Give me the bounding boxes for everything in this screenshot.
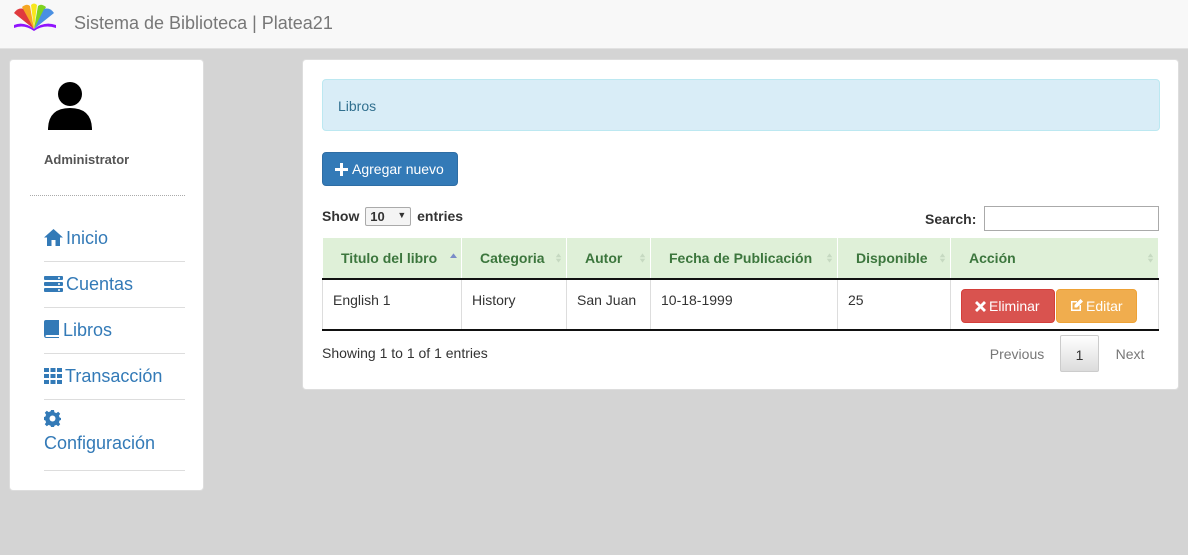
cell-autor: San Juan <box>566 278 651 331</box>
gear-icon <box>44 410 61 427</box>
column-header-label: Acción <box>969 249 1016 266</box>
entries-value: 10 <box>370 208 385 224</box>
sidebar-item-inicio[interactable]: Inicio <box>44 216 185 262</box>
table-row: English 1 History San Juan 10-18-1999 25… <box>322 278 1159 331</box>
sidebar-item-transaccion[interactable]: Transacción <box>44 354 185 400</box>
delete-label: Eliminar <box>989 297 1040 314</box>
user-avatar-icon <box>48 82 92 130</box>
sort-both-icon <box>555 253 562 263</box>
sort-both-icon <box>639 253 646 263</box>
column-header[interactable]: Autor <box>566 237 651 280</box>
table-header-row: Titulo del libro Categoria Autor Fecha d… <box>322 237 1159 280</box>
sidebar-item-label: Inicio <box>66 228 109 248</box>
grid-icon <box>44 368 62 384</box>
column-header-label: Titulo del libro <box>341 249 438 266</box>
brand-logo[interactable] <box>10 3 58 31</box>
page-1-button[interactable]: 1 <box>1060 335 1099 372</box>
sidebar-item-cuentas[interactable]: Cuentas <box>44 262 185 308</box>
sidebar-divider <box>30 195 185 196</box>
table-info: Showing 1 to 1 of 1 entries <box>322 345 488 361</box>
sort-asc-icon <box>450 253 457 258</box>
entries-label: entries <box>417 208 464 224</box>
column-header[interactable]: Titulo del libro <box>322 237 462 280</box>
sidebar: Administrator Inicio Cuentas Libros Tran… <box>9 59 204 491</box>
plus-icon <box>335 163 348 176</box>
sidebar-item-configuracion[interactable]: Configuración <box>44 400 185 471</box>
search-label: Search: <box>925 211 977 227</box>
close-icon <box>975 300 986 312</box>
app-title[interactable]: Sistema de Biblioteca | Platea21 <box>74 13 333 34</box>
cell-titulo: English 1 <box>322 278 462 331</box>
panel-heading: Libros <box>322 79 1160 131</box>
top-navbar: Sistema de Biblioteca | Platea21 <box>0 0 1188 49</box>
cell-fecha: 10-18-1999 <box>650 278 838 331</box>
next-page-button[interactable]: Next <box>1099 335 1161 372</box>
books-table: Titulo del libro Categoria Autor Fecha d… <box>322 237 1159 331</box>
sidebar-item-label: Configuración <box>44 433 156 453</box>
column-header[interactable]: Categoria <box>461 237 567 280</box>
column-header-label: Autor <box>585 249 623 266</box>
sidebar-item-libros[interactable]: Libros <box>44 308 185 354</box>
edit-button[interactable]: Editar <box>1056 288 1137 323</box>
show-label: Show <box>322 208 360 224</box>
column-header-label: Categoria <box>480 249 545 266</box>
cell-categoria: History <box>461 278 567 331</box>
column-header[interactable]: Acción <box>950 237 1159 280</box>
sidebar-nav: Inicio Cuentas Libros Transacción Config… <box>44 216 185 471</box>
add-new-button[interactable]: Agregar nuevo <box>322 152 458 186</box>
entries-per-page-select[interactable]: 10 ▼ <box>365 206 412 226</box>
cell-disponible: 25 <box>837 278 951 331</box>
home-icon <box>44 229 63 246</box>
sidebar-item-label: Cuentas <box>66 274 134 294</box>
add-new-label: Agregar nuevo <box>352 161 444 177</box>
sort-both-icon <box>1147 253 1154 263</box>
sort-both-icon <box>939 253 946 263</box>
cell-accion: Eliminar Editar <box>950 278 1159 331</box>
user-role: Administrator <box>44 152 130 167</box>
sort-both-icon <box>826 253 833 263</box>
column-header[interactable]: Disponible <box>837 237 951 280</box>
sidebar-item-label: Transacción <box>65 366 163 386</box>
caret-down-icon: ▼ <box>397 209 407 220</box>
book-icon <box>44 320 59 338</box>
main-panel: Libros Agregar nuevo Show 10 ▼ entries Se… <box>302 59 1179 390</box>
delete-button[interactable]: Eliminar <box>961 288 1055 323</box>
entries-length: Show 10 ▼ entries <box>322 206 464 226</box>
sidebar-item-label: Libros <box>63 320 113 340</box>
column-header[interactable]: Fecha de Publicación <box>650 237 838 280</box>
server-icon <box>44 276 63 292</box>
search-input[interactable] <box>984 206 1159 231</box>
column-header-label: Fecha de Publicación <box>669 249 813 266</box>
column-header-label: Disponible <box>856 249 928 266</box>
edit-icon <box>1071 298 1083 311</box>
previous-page-button[interactable]: Previous <box>974 335 1060 372</box>
edit-label: Editar <box>1086 297 1123 314</box>
